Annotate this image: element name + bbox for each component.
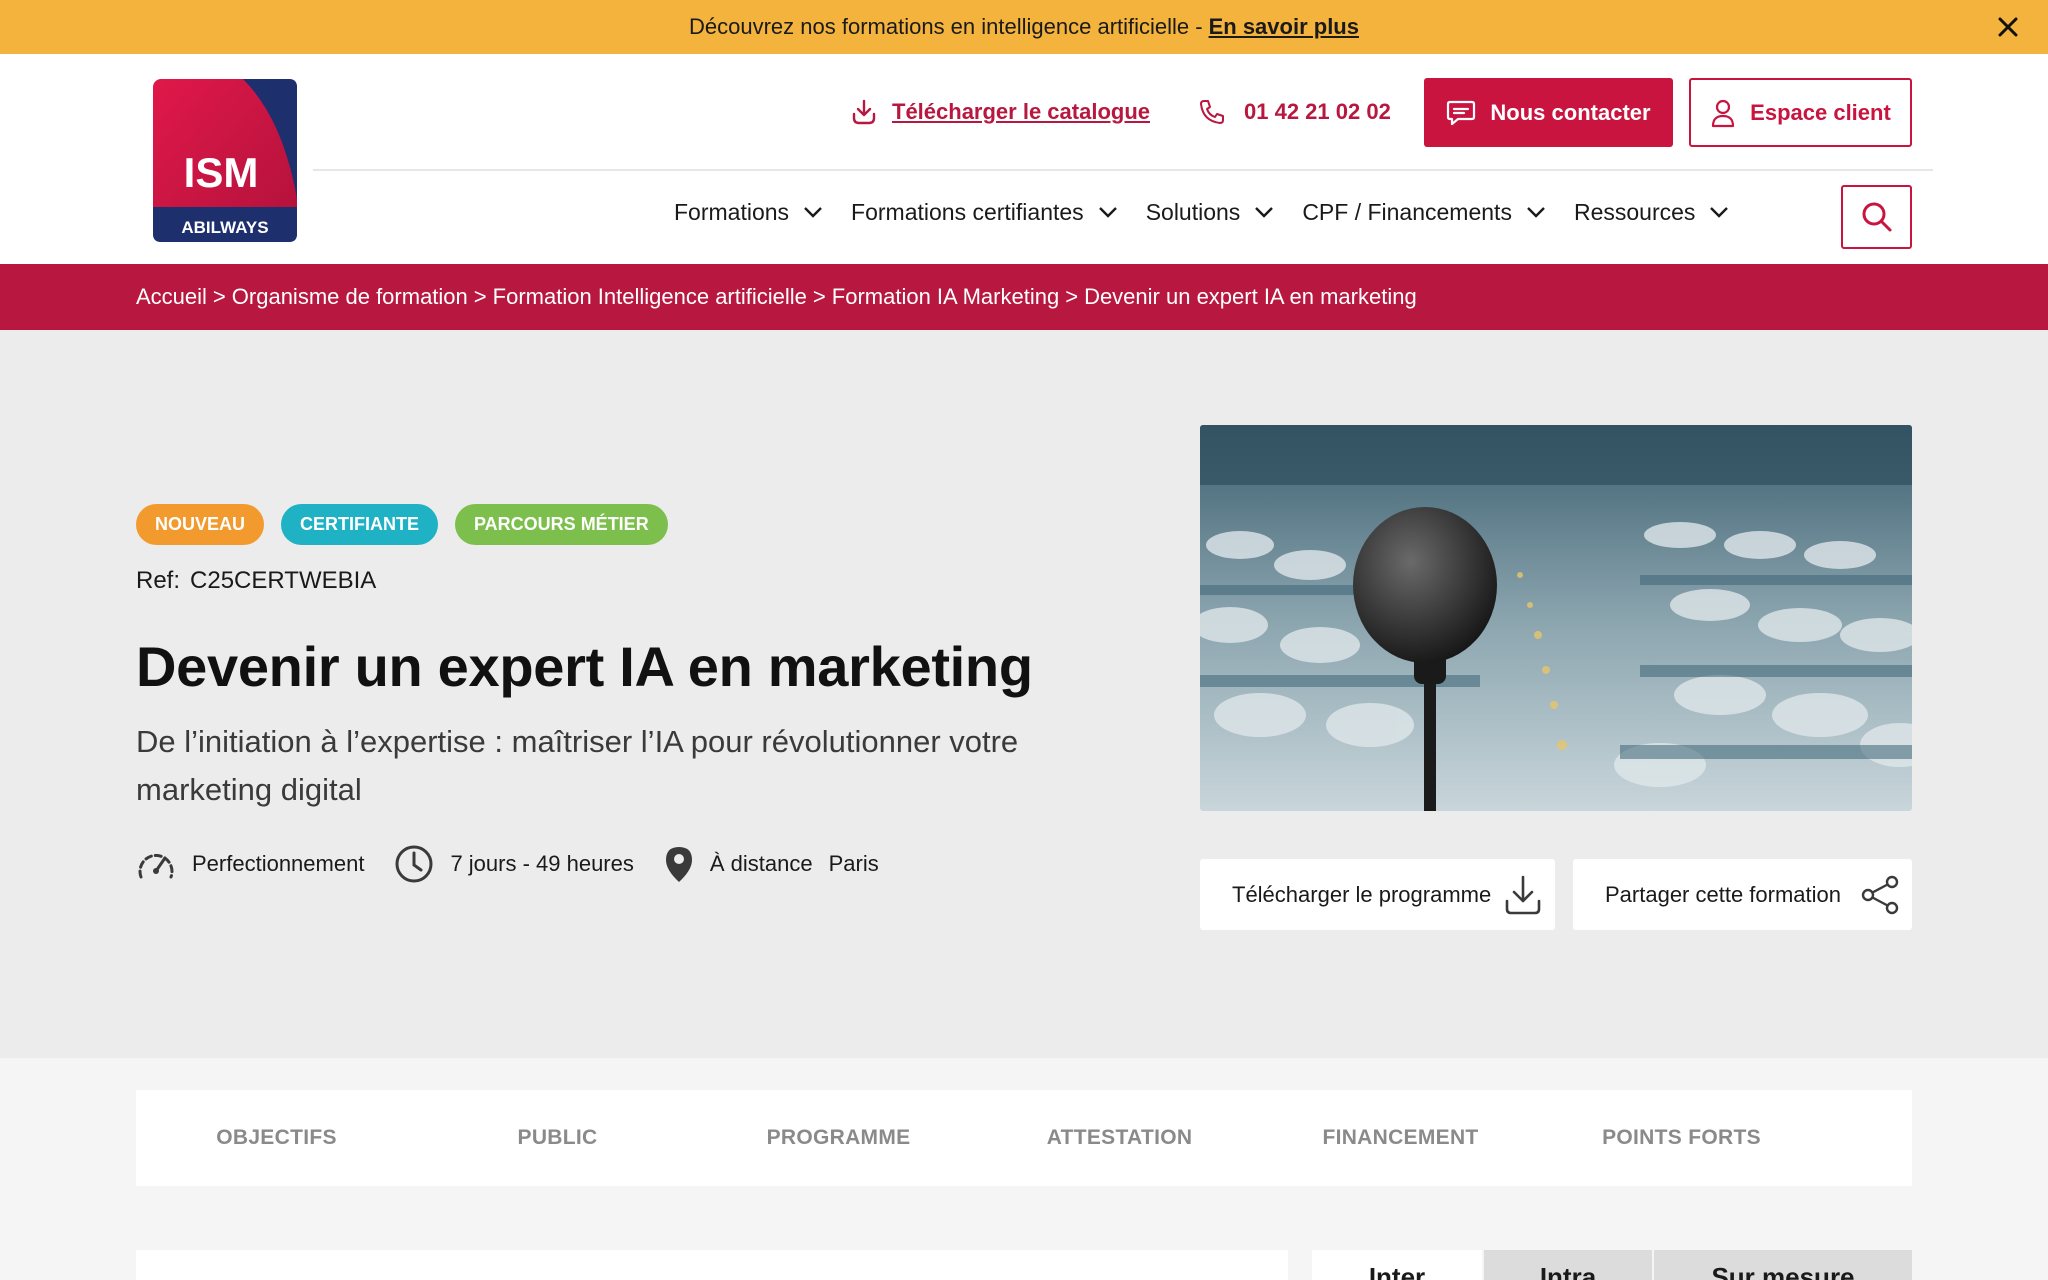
breadcrumb-formation-ia[interactable]: Formation Intelligence artificielle: [493, 284, 807, 310]
nav-cpf-financements[interactable]: CPF / Financements: [1302, 199, 1546, 226]
page-title: Devenir un expert IA en marketing: [136, 635, 1033, 698]
tab-inter[interactable]: Inter: [1312, 1250, 1482, 1280]
user-icon: [1712, 99, 1735, 127]
contact-label: Nous contacter: [1490, 99, 1651, 125]
chevron-down-icon: [1527, 207, 1545, 218]
meta-duration: 7 jours - 49 heures: [394, 844, 634, 884]
catalogue-label: Télécharger le catalogue: [892, 99, 1150, 124]
nav-ressources[interactable]: Ressources: [1574, 199, 1729, 226]
promo-banner: Découvrez nos formations en intelligence…: [0, 0, 2048, 54]
nav-formations[interactable]: Formations: [674, 199, 823, 226]
breadcrumb: Accueil > Organisme de formation > Forma…: [0, 264, 2048, 330]
breadcrumb-home[interactable]: Accueil: [136, 284, 207, 310]
badge-nouveau: NOUVEAU: [136, 504, 265, 545]
share-icon: [1861, 875, 1899, 915]
download-icon: [852, 99, 876, 125]
phone-number: 01 42 21 02 02: [1244, 99, 1391, 124]
location-city: Paris: [828, 851, 879, 876]
reference: Ref: C25CERTWEBIA: [136, 567, 376, 595]
hero-image-microphone-audience: [1200, 425, 1912, 811]
nav-solutions[interactable]: Solutions: [1146, 199, 1275, 226]
gauge-icon: [138, 854, 174, 879]
chevron-down-icon: [804, 207, 822, 218]
breadcrumb-current: Devenir un expert IA en marketing: [1084, 284, 1417, 309]
content-card: [136, 1250, 1288, 1280]
breadcrumb-ia-marketing[interactable]: Formation IA Marketing: [832, 284, 1059, 310]
tab-points-forts[interactable]: POINTS FORTS: [1541, 1126, 1822, 1150]
search-button[interactable]: [1841, 185, 1912, 249]
download-icon: [1505, 875, 1541, 915]
header-divider: [313, 169, 1933, 171]
tab-programme[interactable]: PROGRAMME: [698, 1126, 979, 1150]
badge-list: NOUVEAU CERTIFIANTE PARCOURS MÉTIER: [136, 504, 685, 545]
clock-icon: [395, 845, 433, 883]
location-pin-icon: [665, 847, 692, 882]
download-program-button[interactable]: Télécharger le programme: [1200, 859, 1555, 930]
nav-label: Ressources: [1573, 198, 1696, 225]
format-tabs: Inter Intra Sur mesure: [1312, 1250, 1912, 1280]
course-sections: OBJECTIFS PUBLIC PROGRAMME ATTESTATION F…: [0, 1058, 2048, 1280]
nav-label: Formations certifiantes: [851, 198, 1084, 225]
duration-text: 7 jours - 49 heures: [450, 851, 634, 876]
logo-main-text: ISM: [184, 149, 259, 196]
nav-label: Formations: [674, 198, 790, 225]
phone-link[interactable]: 01 42 21 02 02: [1198, 78, 1391, 146]
chevron-down-icon: [1255, 207, 1274, 218]
breadcrumb-organisme[interactable]: Organisme de formation: [232, 284, 468, 310]
close-icon[interactable]: [1994, 13, 2022, 41]
page-subtitle: De l’initiation à l’expertise : maîtrise…: [136, 724, 1019, 807]
meta-level: Perfectionnement: [136, 847, 364, 881]
breadcrumb-separator: >: [1065, 284, 1079, 309]
tab-attestation[interactable]: ATTESTATION: [979, 1126, 1260, 1150]
hero-section: NOUVEAU CERTIFIANTE PARCOURS MÉTIER Ref:…: [0, 330, 2048, 1058]
course-meta: Perfectionnement 7 jours - 49 heures À d…: [136, 844, 909, 884]
search-icon: [1862, 202, 1891, 232]
breadcrumb-separator: >: [812, 284, 826, 309]
phone-icon: [1200, 100, 1224, 124]
share-course-button[interactable]: Partager cette formation: [1573, 859, 1912, 930]
tab-public[interactable]: PUBLIC: [417, 1126, 698, 1150]
ism-logo[interactable]: ISM ABILWAYS: [153, 79, 297, 242]
promo-text: Découvrez nos formations en intelligence…: [689, 14, 1203, 39]
meta-location: À distance Paris: [664, 845, 879, 883]
badge-certifiante: CERTIFIANTE: [281, 504, 439, 545]
chat-icon: [1447, 100, 1476, 125]
share-course-label: Partager cette formation: [1605, 881, 1842, 907]
download-program-label: Télécharger le programme: [1232, 881, 1492, 907]
tab-financement[interactable]: FINANCEMENT: [1260, 1126, 1541, 1150]
ref-value: C25CERTWEBIA: [190, 567, 377, 594]
main-nav: Formations Formations certifiantes Solut…: [674, 184, 1757, 240]
tab-objectifs[interactable]: OBJECTIFS: [136, 1126, 417, 1150]
client-label: Espace client: [1750, 99, 1891, 125]
site-header: ISM ABILWAYS Télécharger le catalogue 01…: [0, 54, 2048, 264]
logo-sub-text: ABILWAYS: [181, 218, 268, 237]
client-space-button[interactable]: Espace client: [1689, 78, 1912, 147]
promo-link[interactable]: En savoir plus: [1209, 14, 1359, 40]
tab-sur-mesure[interactable]: Sur mesure: [1654, 1250, 1912, 1280]
location-remote: À distance: [709, 851, 813, 876]
nav-label: Solutions: [1145, 198, 1241, 225]
tab-intra[interactable]: Intra: [1484, 1250, 1652, 1280]
chevron-down-icon: [1098, 207, 1117, 218]
chevron-down-icon: [1710, 207, 1729, 218]
badge-parcours-metier: PARCOURS MÉTIER: [455, 504, 668, 545]
download-catalogue-link[interactable]: Télécharger le catalogue: [850, 78, 1150, 146]
breadcrumb-separator: >: [212, 284, 226, 309]
nav-label: CPF / Financements: [1302, 198, 1512, 225]
level-text: Perfectionnement: [192, 851, 365, 876]
nav-formations-certifiantes[interactable]: Formations certifiantes: [851, 199, 1118, 226]
breadcrumb-separator: >: [473, 284, 487, 309]
section-tabs: OBJECTIFS PUBLIC PROGRAMME ATTESTATION F…: [136, 1090, 1912, 1186]
contact-button[interactable]: Nous contacter: [1424, 78, 1673, 147]
ref-label: Ref:: [136, 567, 181, 594]
conference-photo: [1200, 425, 1912, 811]
